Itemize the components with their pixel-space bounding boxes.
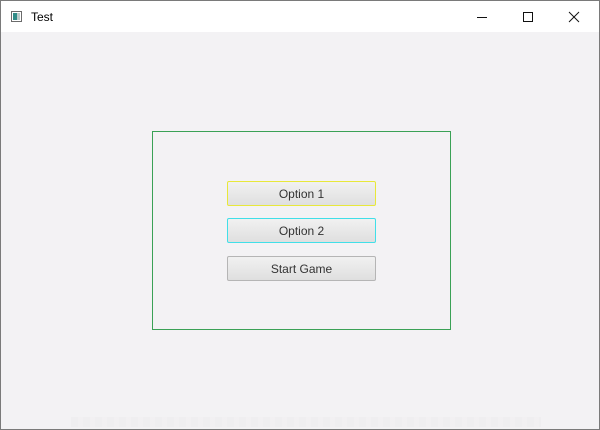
app-window: Test Option 1 Option 2 Start Game [0, 0, 600, 430]
title-bar[interactable]: Test [1, 1, 599, 32]
app-icon [11, 11, 22, 22]
menu-panel: Option 1 Option 2 Start Game [152, 131, 451, 330]
option-1-button[interactable]: Option 1 [227, 181, 376, 206]
window-title: Test [31, 10, 54, 24]
close-button[interactable] [551, 1, 597, 32]
minimize-icon [477, 16, 487, 18]
close-icon [568, 11, 580, 22]
option-2-button[interactable]: Option 2 [227, 218, 376, 243]
maximize-button[interactable] [505, 1, 551, 32]
start-game-button[interactable]: Start Game [227, 256, 376, 281]
minimize-button[interactable] [459, 1, 505, 32]
window-content: Option 1 Option 2 Start Game [1, 32, 599, 429]
maximize-icon [523, 11, 533, 22]
bottom-artifact [71, 417, 541, 427]
